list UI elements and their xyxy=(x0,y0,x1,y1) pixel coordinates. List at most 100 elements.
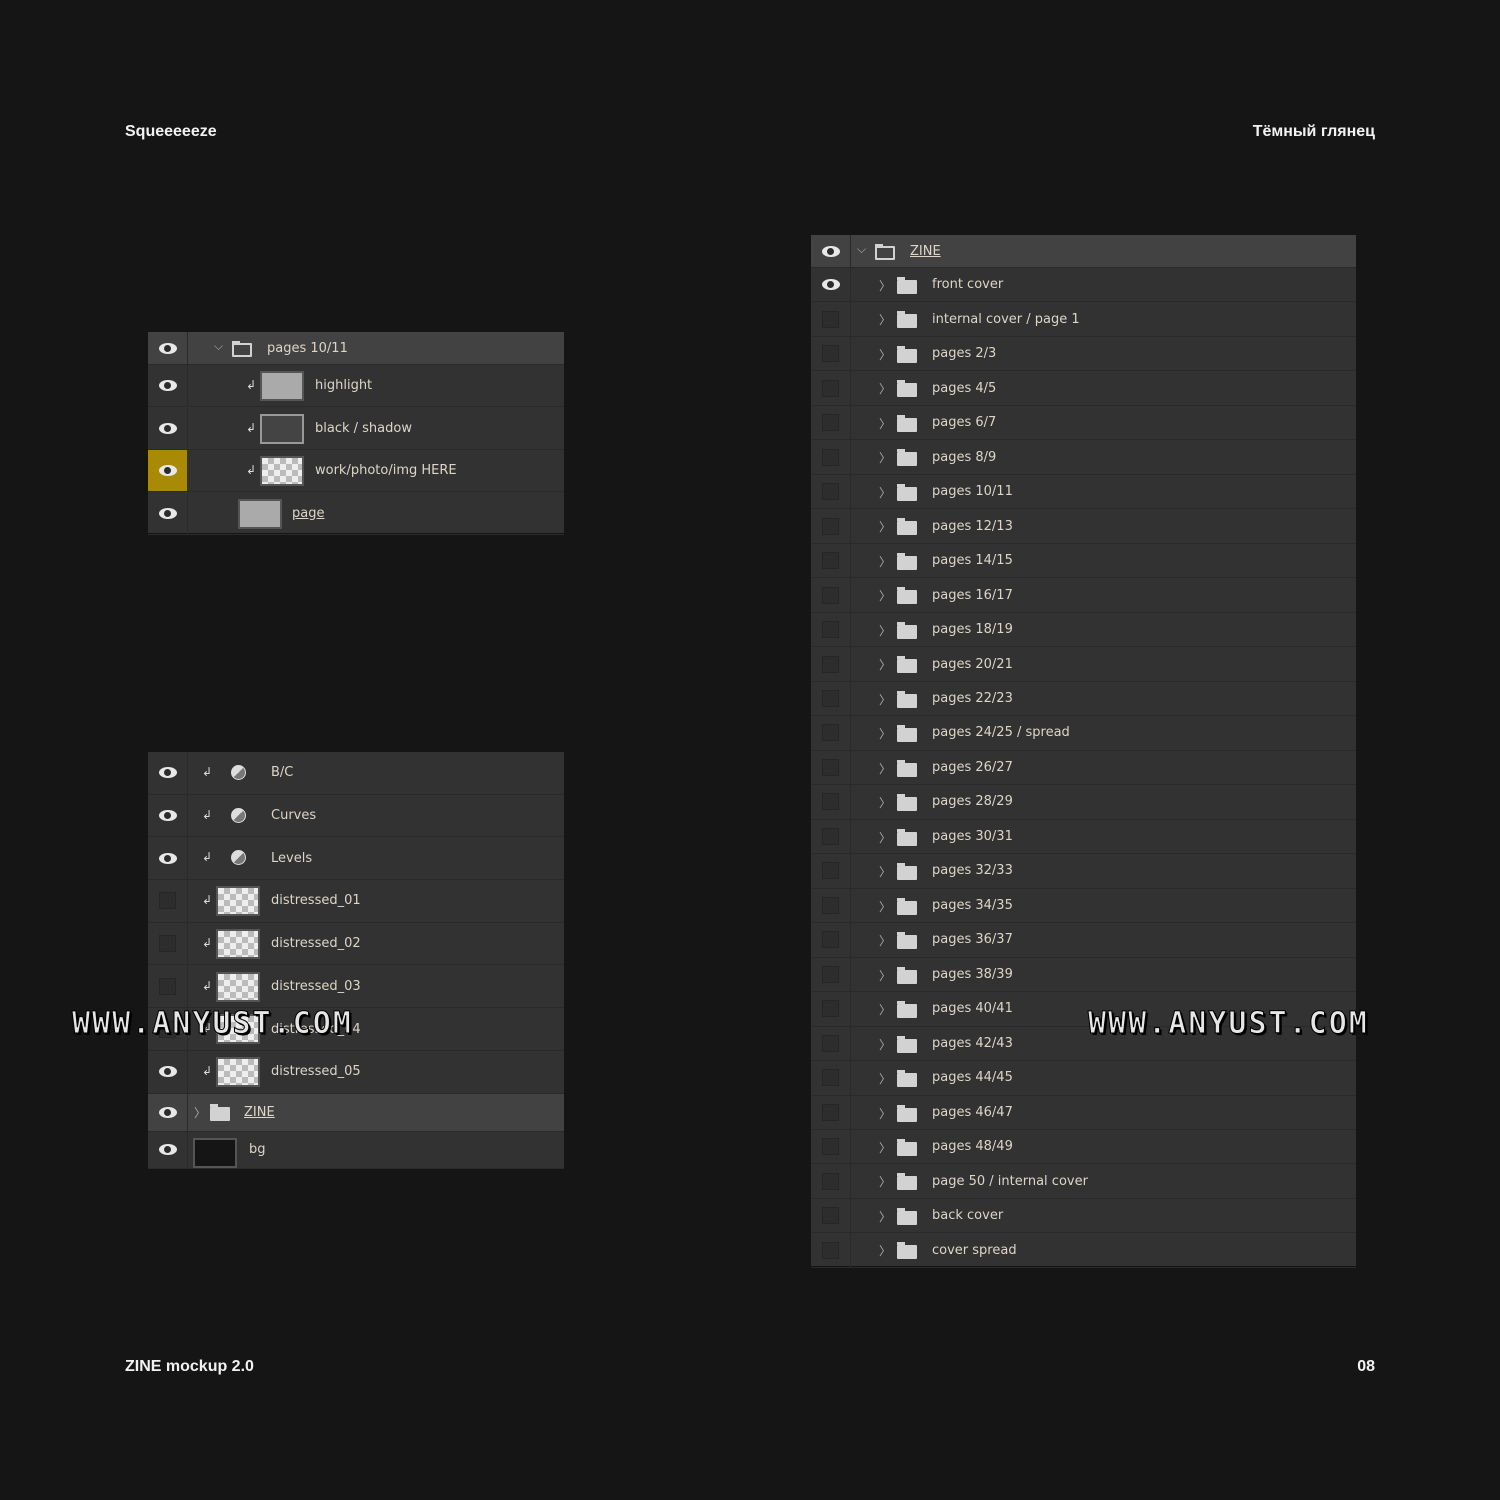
layer-row[interactable]: 〉 front cover xyxy=(811,268,1356,303)
layer-group-header[interactable]: ⌵ ZINE xyxy=(811,235,1356,268)
visibility-toggle[interactable] xyxy=(148,365,188,406)
visibility-toggle[interactable] xyxy=(811,716,851,750)
layer-row[interactable]: 〉 pages 46/47 xyxy=(811,1095,1356,1130)
layer-row[interactable]: 〉 pages 6/7 xyxy=(811,405,1356,441)
chevron-right-icon[interactable]: 〉 xyxy=(879,518,891,535)
visibility-toggle[interactable] xyxy=(811,854,851,888)
layer-row[interactable]: 〉 cover spread xyxy=(811,1233,1356,1268)
layer-row[interactable]: ↲ B/C xyxy=(148,752,564,795)
chevron-right-icon[interactable]: 〉 xyxy=(879,1070,891,1087)
chevron-right-icon[interactable]: 〉 xyxy=(879,277,891,294)
visibility-toggle[interactable] xyxy=(811,681,851,716)
chevron-right-icon[interactable]: 〉 xyxy=(879,863,891,880)
chevron-right-icon[interactable]: 〉 xyxy=(879,760,891,777)
layer-row[interactable]: 〉 internal cover / page 1 xyxy=(811,302,1356,337)
layer-row[interactable]: ↲ Levels xyxy=(148,837,564,881)
layer-row[interactable]: 〉 pages 10/11 xyxy=(811,474,1356,510)
layer-row[interactable]: 〉 ZINE xyxy=(148,1093,564,1132)
visibility-toggle[interactable] xyxy=(148,492,188,534)
chevron-right-icon[interactable]: 〉 xyxy=(879,967,891,984)
visibility-toggle[interactable] xyxy=(811,509,851,543)
chevron-right-icon[interactable]: 〉 xyxy=(879,794,891,811)
visibility-toggle[interactable] xyxy=(811,235,851,267)
visibility-toggle[interactable] xyxy=(811,1095,851,1129)
chevron-right-icon[interactable]: 〉 xyxy=(879,932,891,949)
layer-row[interactable]: ↲ distressed_05 xyxy=(148,1050,564,1094)
visibility-toggle[interactable] xyxy=(148,1093,188,1131)
chevron-right-icon[interactable]: 〉 xyxy=(879,415,891,432)
visibility-toggle[interactable] xyxy=(148,407,188,449)
visibility-toggle[interactable] xyxy=(811,336,851,371)
layer-row[interactable]: 〉 pages 18/19 xyxy=(811,612,1356,648)
visibility-toggle[interactable] xyxy=(148,1131,188,1168)
chevron-right-icon[interactable]: 〉 xyxy=(879,1001,891,1018)
layer-row[interactable]: 〉 pages 24/25 / spread xyxy=(811,716,1356,751)
chevron-right-icon[interactable]: 〉 xyxy=(879,587,891,604)
layer-row[interactable]: 〉 pages 26/27 xyxy=(811,750,1356,786)
chevron-right-icon[interactable]: 〉 xyxy=(879,898,891,915)
chevron-right-icon[interactable]: 〉 xyxy=(879,656,891,673)
layer-row[interactable]: ↲ Curves xyxy=(148,794,564,838)
layer-row[interactable]: ↲ distressed_03 xyxy=(148,965,564,1009)
visibility-toggle[interactable] xyxy=(148,922,188,965)
layer-row[interactable]: 〉 pages 34/35 xyxy=(811,888,1356,924)
visibility-toggle[interactable] xyxy=(148,332,188,364)
visibility-toggle[interactable] xyxy=(811,474,851,509)
layer-row[interactable]: ↲ distressed_01 xyxy=(148,880,564,923)
visibility-toggle[interactable] xyxy=(811,1198,851,1233)
layer-row[interactable]: 〉 pages 2/3 xyxy=(811,336,1356,372)
layer-row[interactable]: 〉 pages 22/23 xyxy=(811,681,1356,717)
visibility-toggle[interactable] xyxy=(148,965,188,1008)
chevron-right-icon[interactable]: 〉 xyxy=(879,1242,891,1259)
chevron-right-icon[interactable]: 〉 xyxy=(879,346,891,363)
layer-row[interactable]: 〉 pages 48/49 xyxy=(811,1130,1356,1165)
layer-row[interactable]: 〉 pages 14/15 xyxy=(811,543,1356,579)
chevron-right-icon[interactable]: 〉 xyxy=(879,553,891,570)
layer-row[interactable]: 〉 back cover xyxy=(811,1198,1356,1234)
visibility-toggle[interactable] xyxy=(811,302,851,336)
visibility-toggle[interactable] xyxy=(148,752,188,794)
layer-row[interactable]: bg xyxy=(148,1131,564,1169)
visibility-toggle[interactable] xyxy=(811,1130,851,1164)
layer-row[interactable]: 〉 pages 16/17 xyxy=(811,578,1356,613)
visibility-toggle[interactable] xyxy=(148,1050,188,1093)
visibility-toggle[interactable] xyxy=(811,405,851,440)
layer-row[interactable]: 〉 pages 12/13 xyxy=(811,509,1356,544)
visibility-toggle[interactable] xyxy=(148,880,188,922)
visibility-toggle[interactable] xyxy=(811,992,851,1026)
layer-row[interactable]: 〉 pages 4/5 xyxy=(811,371,1356,406)
visibility-toggle[interactable] xyxy=(811,957,851,992)
chevron-right-icon[interactable]: 〉 xyxy=(879,484,891,501)
chevron-down-icon[interactable]: ⌵ xyxy=(214,339,223,354)
visibility-toggle[interactable] xyxy=(811,819,851,854)
layer-row[interactable]: 〉 pages 8/9 xyxy=(811,440,1356,475)
chevron-right-icon[interactable]: 〉 xyxy=(879,1105,891,1122)
visibility-toggle[interactable] xyxy=(148,837,188,880)
chevron-right-icon[interactable]: 〉 xyxy=(194,1104,206,1121)
layer-row[interactable]: ↲ black / shadow xyxy=(148,407,564,450)
layer-group-header[interactable]: ⌵ pages 10/11 xyxy=(148,332,564,365)
layer-row[interactable]: 〉 pages 36/37 xyxy=(811,923,1356,958)
visibility-toggle[interactable] xyxy=(811,888,851,923)
visibility-toggle[interactable] xyxy=(811,612,851,647)
visibility-toggle[interactable] xyxy=(811,750,851,785)
visibility-toggle[interactable] xyxy=(811,371,851,405)
visibility-toggle[interactable] xyxy=(811,1164,851,1198)
layer-row[interactable]: ↲ highlight xyxy=(148,365,564,407)
chevron-right-icon[interactable]: 〉 xyxy=(879,311,891,328)
visibility-toggle[interactable] xyxy=(811,1233,851,1267)
layer-row[interactable]: 〉 pages 32/33 xyxy=(811,854,1356,889)
chevron-right-icon[interactable]: 〉 xyxy=(879,1173,891,1190)
layer-row[interactable]: 〉 pages 38/39 xyxy=(811,957,1356,993)
layer-row[interactable]: page xyxy=(148,492,564,535)
visibility-toggle[interactable] xyxy=(148,450,188,491)
chevron-right-icon[interactable]: 〉 xyxy=(879,1208,891,1225)
chevron-right-icon[interactable]: 〉 xyxy=(879,380,891,397)
chevron-right-icon[interactable]: 〉 xyxy=(879,829,891,846)
visibility-toggle[interactable] xyxy=(811,1061,851,1095)
visibility-toggle[interactable] xyxy=(811,578,851,612)
layer-row[interactable]: 〉 pages 44/45 xyxy=(811,1061,1356,1096)
visibility-toggle[interactable] xyxy=(148,794,188,837)
visibility-toggle[interactable] xyxy=(811,647,851,681)
visibility-toggle[interactable] xyxy=(811,440,851,474)
